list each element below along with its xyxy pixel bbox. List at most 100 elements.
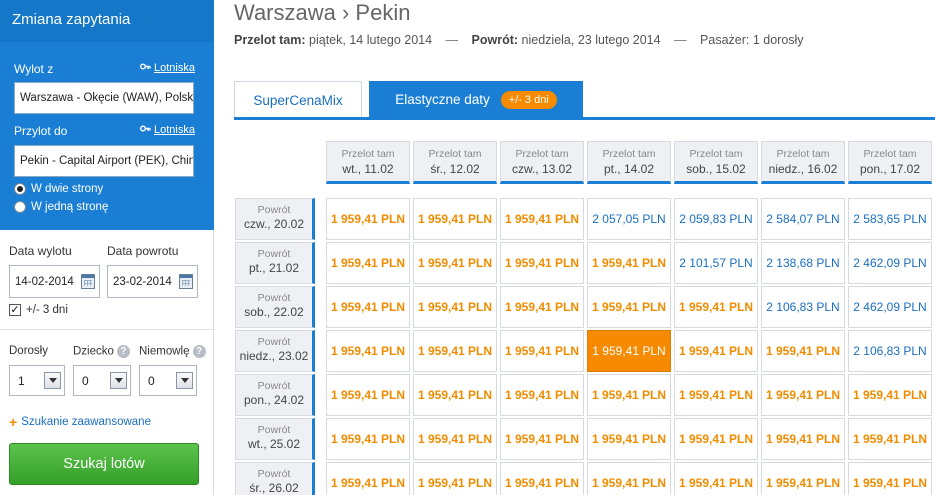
to-airports-link[interactable]: Lotniska (140, 124, 195, 136)
price-cell[interactable]: 1 959,41 PLN (500, 462, 584, 495)
price-cell[interactable]: 2 106,83 PLN (848, 330, 932, 372)
price-cell[interactable]: 1 959,41 PLN (674, 286, 758, 328)
price-cell[interactable]: 1 959,41 PLN (326, 462, 410, 495)
return-date-header: Powrót wt., 25.02 (235, 418, 315, 460)
return-header-date: pon., 24.02 (243, 393, 305, 407)
price-cell[interactable]: 1 959,41 PLN (500, 198, 584, 240)
radio-one-way[interactable] (14, 201, 26, 213)
price-cell[interactable]: 1 959,41 PLN (413, 242, 497, 284)
price-cell[interactable]: 1 959,41 PLN (761, 418, 845, 460)
price-cell[interactable]: 1 959,41 PLN (587, 374, 671, 416)
from-airports-link[interactable]: Lotniska (140, 62, 195, 74)
from-input[interactable]: Warszawa - Okęcie (WAW), Polska (14, 82, 194, 114)
price-cell[interactable]: 2 583,65 PLN (848, 198, 932, 240)
price-cell[interactable]: 2 462,09 PLN (848, 286, 932, 328)
radio-round-trip[interactable] (14, 183, 26, 195)
calendar-icon[interactable] (81, 274, 95, 289)
summary-separator: — (445, 33, 459, 47)
chevron-down-icon[interactable] (44, 372, 61, 389)
price-cell[interactable]: 1 959,41 PLN (413, 286, 497, 328)
outbound-header-date: pon., 17.02 (859, 162, 921, 176)
return-header-label: Powrót (257, 336, 291, 348)
outbound-date-header: Przelot tam sob., 15.02 (674, 141, 758, 184)
price-cell[interactable]: 1 959,41 PLN (848, 418, 932, 460)
infant-label-wrap: Niemowlę? (139, 345, 206, 358)
price-cell[interactable]: 1 959,41 PLN (413, 374, 497, 416)
price-cell[interactable]: 1 959,41 PLN (326, 330, 410, 372)
from-label: Wylot z (14, 62, 54, 76)
price-cell[interactable]: 1 959,41 PLN (413, 330, 497, 372)
price-cell[interactable]: 1 959,41 PLN (413, 462, 497, 495)
one-way-option[interactable]: W jedną stronę (14, 201, 108, 213)
price-cell[interactable]: 1 959,41 PLN (500, 286, 584, 328)
price-cell[interactable]: 1 959,41 PLN (500, 242, 584, 284)
to-input[interactable]: Pekin - Capital Airport (PEK), Chiny (14, 145, 194, 177)
price-cell[interactable]: 1 959,41 PLN (761, 374, 845, 416)
tab-flexible-dates[interactable]: Elastyczne daty +/- 3 dni (369, 81, 583, 118)
price-cell[interactable]: 2 584,07 PLN (761, 198, 845, 240)
infant-select[interactable]: 0 (139, 365, 197, 396)
passenger-summary: Pasażer: 1 dorosły (700, 33, 804, 47)
price-cell[interactable]: 1 959,41 PLN (500, 330, 584, 372)
price-cell[interactable]: 1 959,41 PLN (674, 462, 758, 495)
return-header-date: czw., 20.02 (243, 217, 305, 231)
outbound-label: Przelot tam: (234, 33, 306, 47)
price-cell[interactable]: 1 959,41 PLN (674, 330, 758, 372)
help-icon[interactable]: ? (192, 345, 206, 358)
advanced-search-link[interactable]: + Szukanie zaawansowane (9, 415, 151, 429)
outbound-header-date: sob., 15.02 (686, 162, 746, 176)
price-cell[interactable]: 1 959,41 PLN (848, 374, 932, 416)
adults-select[interactable]: 1 (9, 365, 65, 396)
price-cell[interactable]: 1 959,41 PLN (587, 462, 671, 495)
flex-dates-option[interactable]: ✓ +/- 3 dni (9, 304, 68, 316)
return-header-label: Powrót (257, 424, 291, 436)
child-label: Dziecko (73, 345, 114, 358)
flex-range-badge: +/- 3 dni (500, 90, 557, 109)
price-cell[interactable]: 2 138,68 PLN (761, 242, 845, 284)
tab-supercenamix[interactable]: SuperCenaMix (234, 81, 362, 118)
price-cell[interactable]: 1 959,41 PLN (587, 286, 671, 328)
divider (0, 329, 213, 330)
selected-price-cell[interactable]: 1 959,41 PLN (587, 330, 671, 372)
calendar-icon[interactable] (179, 274, 193, 289)
price-cell[interactable]: 1 959,41 PLN (413, 198, 497, 240)
round-trip-option[interactable]: W dwie strony (14, 183, 103, 195)
price-cell[interactable]: 2 462,09 PLN (848, 242, 932, 284)
price-cell[interactable]: 2 106,83 PLN (761, 286, 845, 328)
price-cell[interactable]: 1 959,41 PLN (326, 286, 410, 328)
price-cell[interactable]: 1 959,41 PLN (761, 462, 845, 495)
return-date-input[interactable]: 23-02-2014 (107, 265, 198, 298)
price-cell[interactable]: 1 959,41 PLN (326, 198, 410, 240)
price-cell[interactable]: 2 057,05 PLN (587, 198, 671, 240)
price-cell[interactable]: 1 959,41 PLN (587, 418, 671, 460)
price-cell[interactable]: 1 959,41 PLN (587, 242, 671, 284)
price-cell[interactable]: 1 959,41 PLN (500, 418, 584, 460)
to-label: Przylot do (14, 124, 68, 138)
key-icon (140, 62, 151, 74)
outbound-date-header: Przelot tam czw., 13.02 (500, 141, 584, 184)
price-cell[interactable]: 2 101,57 PLN (674, 242, 758, 284)
return-header-date: wt., 25.02 (247, 437, 301, 451)
price-cell[interactable]: 1 959,41 PLN (326, 418, 410, 460)
help-icon[interactable]: ? (116, 345, 130, 358)
return-header-date: sob., 22.02 (244, 305, 304, 319)
price-cell[interactable]: 2 059,83 PLN (674, 198, 758, 240)
flex-dates-checkbox[interactable]: ✓ (9, 304, 21, 316)
child-select[interactable]: 0 (73, 365, 131, 396)
outbound-header-label: Przelot tam (428, 148, 482, 160)
price-cell[interactable]: 1 959,41 PLN (674, 374, 758, 416)
key-icon (140, 124, 151, 136)
price-cell[interactable]: 1 959,41 PLN (674, 418, 758, 460)
chevron-down-icon[interactable] (110, 372, 127, 389)
outbound-header-label: Przelot tam (863, 148, 917, 160)
depart-date-input[interactable]: 14-02-2014 (9, 265, 100, 298)
price-cell[interactable]: 1 959,41 PLN (848, 462, 932, 495)
chevron-down-icon[interactable] (176, 372, 193, 389)
price-cell[interactable]: 1 959,41 PLN (413, 418, 497, 460)
price-cell[interactable]: 1 959,41 PLN (326, 374, 410, 416)
search-flights-button[interactable]: Szukaj lotów (9, 443, 199, 485)
price-cell[interactable]: 1 959,41 PLN (326, 242, 410, 284)
price-cell[interactable]: 1 959,41 PLN (500, 374, 584, 416)
price-cell[interactable]: 1 959,41 PLN (761, 330, 845, 372)
return-date-header: Powrót pt., 21.02 (235, 242, 315, 284)
